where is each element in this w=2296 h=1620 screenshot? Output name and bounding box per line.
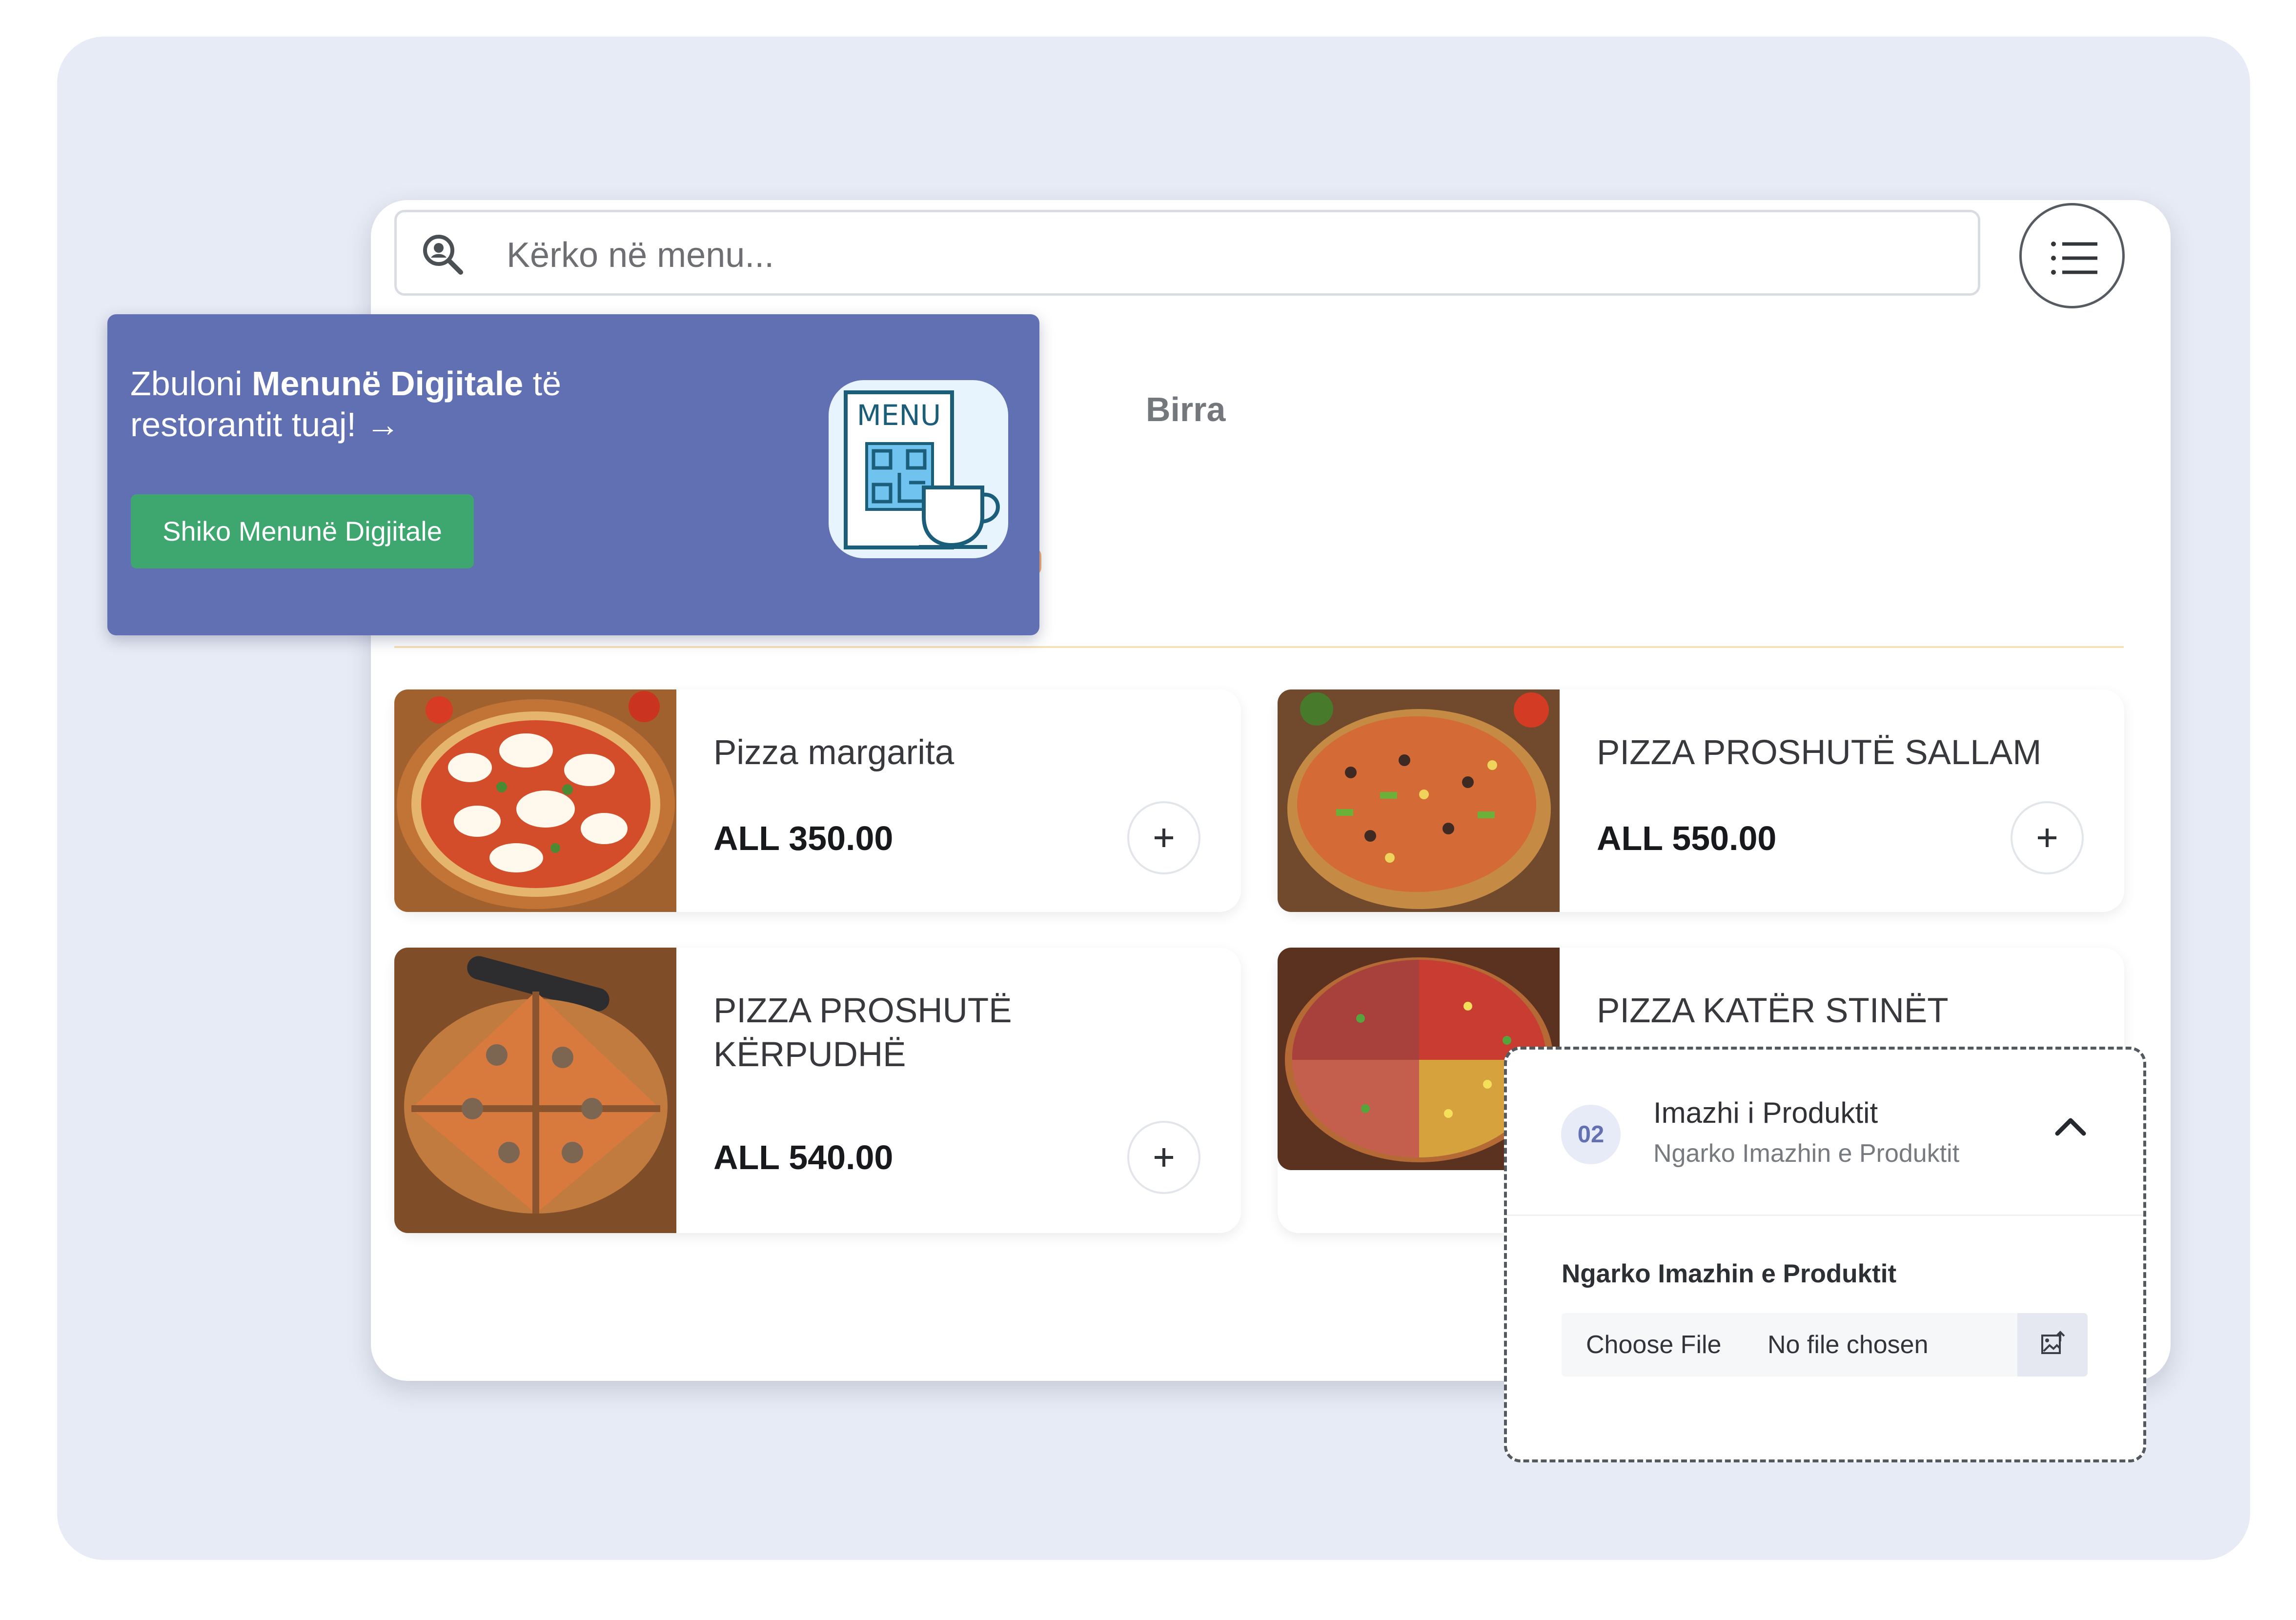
step-badge: 02: [1561, 1105, 1621, 1164]
promo-message: Zbuloni Menunë Digjitale të restorantit …: [130, 363, 691, 445]
search-bar[interactable]: Kërko në menu...: [394, 210, 1980, 296]
promo-text-line-2: restorantit tuaj!: [130, 405, 356, 444]
upload-divider: [1507, 1215, 2143, 1216]
promo-text-suffix: të: [523, 364, 562, 403]
choose-file-button[interactable]: Choose File: [1586, 1328, 1721, 1362]
product-name: Pizza margarita: [713, 733, 955, 772]
add-to-cart-button[interactable]: [1127, 801, 1200, 874]
file-status: No file chosen: [1768, 1331, 1929, 1359]
product-card[interactable]: PIZZA PROSHUTË SALLAM ALL 550.00: [1278, 689, 2124, 912]
product-card[interactable]: PIZZA PROSHUTË KËRPUDHË ALL 540.00: [394, 948, 1241, 1233]
file-input[interactable]: Choose File No file chosen: [1562, 1313, 2088, 1377]
product-image-pizza-proshute-sallam: [1278, 689, 1560, 912]
add-to-cart-button[interactable]: [2011, 801, 2084, 874]
search-input[interactable]: Kërko në menu...: [507, 232, 774, 279]
product-name: PIZZA PROSHUTË KËRPUDHË: [713, 992, 1012, 1074]
list-menu-icon: [2051, 242, 2097, 275]
promo-banner: Zbuloni Menunë Digjitale të restorantit …: [107, 314, 1039, 635]
view-digital-menu-button[interactable]: Shiko Menunë Digjitale: [131, 494, 474, 568]
product-image-upload-panel: 02 Imazhi i Produktit Ngarko Imazhin e P…: [1504, 1047, 2146, 1462]
category-tab-birra[interactable]: Birra: [1146, 387, 1225, 431]
category-divider: [394, 646, 2124, 648]
promo-text-bold: Menunë Digjitale: [252, 364, 524, 403]
product-card[interactable]: Pizza margarita ALL 350.00: [394, 689, 1241, 912]
product-name: PIZZA PROSHUTË SALLAM: [1597, 733, 2042, 772]
upload-image-icon: [2041, 1331, 2065, 1354]
product-name: PIZZA KATËR STINËT: [1597, 992, 1949, 1030]
search-icon: [423, 235, 463, 275]
product-price: ALL 550.00: [1597, 819, 1777, 857]
upload-image-button[interactable]: [2017, 1313, 2088, 1377]
upload-field-label: Ngarko Imazhin e Produktit: [1562, 1259, 1897, 1288]
arrow-right-icon: →: [366, 405, 400, 444]
menu-label: MENU: [857, 399, 941, 432]
upload-section-subtitle: Ngarko Imazhin e Produktit: [1653, 1139, 1960, 1168]
upload-section-title: Imazhi i Produktit: [1653, 1096, 1878, 1129]
chevron-up-icon[interactable]: [2053, 1114, 2088, 1138]
menu-qr-illustration-icon: MENU: [829, 380, 1008, 558]
promo-text-prefix: Zbuloni: [130, 364, 252, 403]
add-to-cart-button[interactable]: [1127, 1121, 1200, 1194]
product-image-pizza-margarita: [394, 689, 676, 912]
product-price: ALL 350.00: [713, 819, 894, 857]
product-price: ALL 540.00: [713, 1138, 894, 1176]
menu-toggle-button[interactable]: [2019, 203, 2125, 308]
product-image-pizza-proshute-kerpudhe: [394, 948, 676, 1233]
